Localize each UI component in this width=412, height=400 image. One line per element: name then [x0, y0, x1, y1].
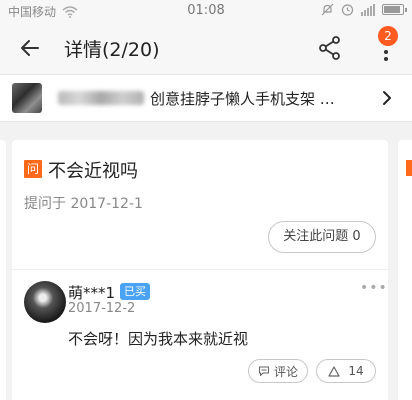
page-title: 详情(2/20): [64, 39, 160, 61]
product-title: 创意挂脖子懒人手机支架 …: [150, 90, 335, 108]
answer-date: 2017-12-2: [68, 301, 136, 316]
next-card-peek[interactable]: [398, 140, 412, 400]
comment-icon: [258, 366, 270, 377]
mute-bell-icon: [321, 3, 334, 16]
previous-card-peek[interactable]: [0, 140, 6, 400]
avatar[interactable]: [24, 281, 66, 323]
comment-button[interactable]: 评论: [248, 359, 308, 383]
up-triangle-icon: [328, 365, 340, 377]
like-button[interactable]: 14: [316, 359, 376, 383]
share-icon[interactable]: [316, 34, 344, 62]
answer-text: 不会呀！因为我本来就近视: [68, 330, 249, 348]
product-link[interactable]: 创意挂脖子懒人手机支架 …: [0, 74, 412, 122]
battery-icon: [382, 4, 407, 15]
signal-icon: [361, 3, 375, 16]
alarm-icon: [341, 4, 354, 16]
notification-badge: 2: [378, 26, 398, 46]
question-title: 不会近视吗: [48, 161, 138, 182]
divider: [12, 269, 388, 270]
app-header: 详情(2/20) 2: [0, 22, 412, 74]
next-question-icon: [406, 160, 412, 176]
question-card: 问 不会近视吗 提问于 2017-12-1 关注此问题 0 萌***1 已买 •…: [12, 140, 388, 400]
blurred-shop-name: [58, 91, 144, 105]
question-date: 提问于 2017-12-1: [24, 196, 143, 212]
answer-more-icon[interactable]: •••: [360, 280, 388, 296]
back-arrow-icon[interactable]: [16, 34, 44, 62]
answer-author: 萌***1: [68, 284, 116, 302]
chevron-right-icon: [383, 91, 391, 105]
comment-label: 评论: [273, 364, 298, 379]
product-thumbnail: [12, 83, 42, 113]
follow-question-button[interactable]: 关注此问题 0: [268, 221, 376, 253]
status-right: [321, 3, 407, 16]
purchased-badge: 已买: [120, 283, 150, 300]
like-count: 14: [348, 364, 364, 378]
question-icon: 问: [24, 160, 42, 178]
status-bar: 中国移动 01:08: [0, 0, 412, 22]
